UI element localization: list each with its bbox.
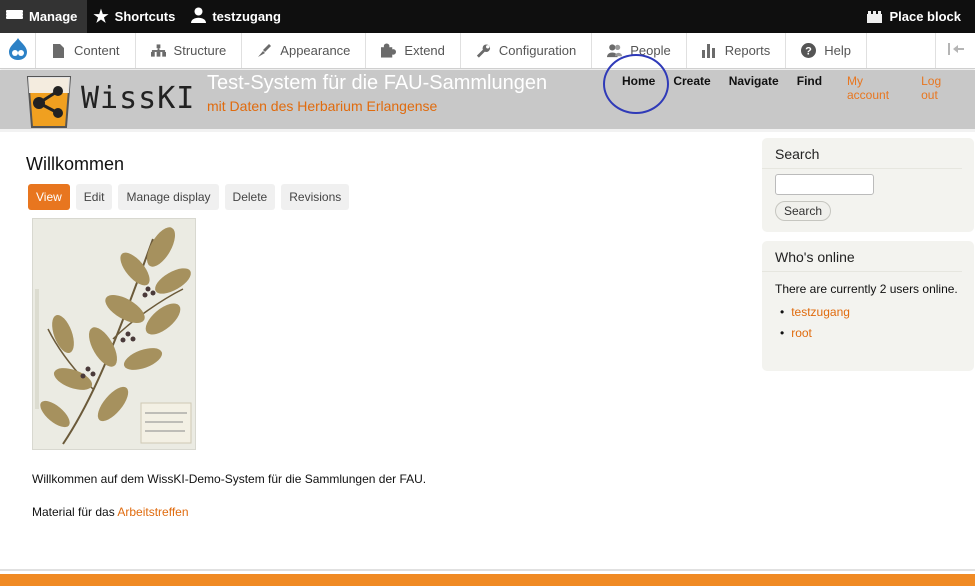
place-block-label: Place block bbox=[889, 9, 961, 24]
online-users-list: testzugang root bbox=[762, 298, 974, 344]
welcome-paragraph: Willkommen auf dem WissKI-Demo-System fü… bbox=[32, 472, 427, 486]
site-logo[interactable]: WissKI bbox=[24, 73, 194, 129]
whos-online-block: Who's online There are currently 2 users… bbox=[762, 241, 974, 371]
brush-icon bbox=[257, 43, 272, 58]
star-icon: ★ bbox=[93, 6, 109, 26]
tray-item-label: Appearance bbox=[280, 43, 351, 58]
user-label: testzugang bbox=[212, 9, 281, 24]
place-block-button[interactable]: Place block bbox=[861, 0, 975, 33]
main-menu-create[interactable]: Create bbox=[673, 74, 710, 88]
main-menu-navigate[interactable]: Navigate bbox=[729, 74, 779, 88]
tray-item-label: Reports bbox=[724, 43, 771, 58]
tray-item-label: Content bbox=[74, 43, 120, 58]
search-button[interactable]: Search bbox=[775, 201, 832, 221]
tray-item-label: Configuration bbox=[498, 43, 577, 58]
annotation-circle bbox=[603, 54, 669, 114]
tab-edit[interactable]: Edit bbox=[75, 184, 113, 210]
site-name[interactable]: Test-System für die FAU-Sammlungen bbox=[207, 72, 547, 95]
drupal-home-button[interactable] bbox=[0, 33, 36, 68]
page-icon bbox=[51, 43, 66, 58]
tray-item-configuration[interactable]: Configuration bbox=[461, 33, 593, 68]
plant-illustration bbox=[33, 219, 195, 449]
puzzle-icon bbox=[381, 43, 397, 58]
footer-divider bbox=[0, 569, 975, 571]
tray-item-appearance[interactable]: Appearance bbox=[242, 33, 367, 68]
manage-button[interactable]: Manage bbox=[0, 0, 88, 33]
search-input[interactable] bbox=[775, 174, 874, 195]
block-icon bbox=[867, 10, 883, 23]
user-button[interactable]: testzugang bbox=[185, 0, 291, 33]
site-footer bbox=[0, 574, 975, 586]
arbeitstreffen-link[interactable]: Arbeitstreffen bbox=[117, 505, 188, 519]
material-prefix: Material für das bbox=[32, 505, 118, 519]
manage-label: Manage bbox=[29, 9, 78, 24]
wrench-icon bbox=[476, 43, 491, 58]
admin-toolbar: Manage ★ Shortcuts testzugang Place bloc… bbox=[0, 0, 975, 33]
wisski-logo-icon bbox=[26, 76, 72, 128]
main-menu-find[interactable]: Find bbox=[797, 74, 822, 88]
collapse-arrow-icon bbox=[947, 43, 964, 58]
bar-chart-icon bbox=[702, 43, 717, 58]
sitemap-icon bbox=[150, 43, 166, 58]
tray-item-label: Structure bbox=[173, 43, 227, 58]
tab-manage-display[interactable]: Manage display bbox=[118, 184, 219, 210]
svg-text:?: ? bbox=[805, 46, 812, 58]
logo-text: WissKI bbox=[81, 81, 196, 116]
tab-delete[interactable]: Delete bbox=[224, 184, 276, 210]
tray-item-help[interactable]: ? Help bbox=[786, 33, 867, 68]
tray-item-label: Extend bbox=[404, 43, 445, 58]
tab-revisions[interactable]: Revisions bbox=[281, 184, 350, 210]
tray-item-extend[interactable]: Extend bbox=[366, 33, 461, 68]
search-block-title: Search bbox=[762, 138, 962, 169]
herbarium-specimen-image[interactable] bbox=[32, 218, 196, 450]
shortcuts-label: Shortcuts bbox=[114, 9, 176, 24]
tray-item-reports[interactable]: Reports bbox=[687, 33, 787, 68]
local-tasks-tabs: View Edit Manage display Delete Revision… bbox=[28, 184, 355, 210]
user-menu-log-out[interactable]: Log out bbox=[921, 74, 959, 102]
shortcuts-button[interactable]: ★ Shortcuts bbox=[87, 0, 185, 33]
tray-item-content[interactable]: Content bbox=[36, 33, 136, 68]
search-block: Search Search bbox=[762, 138, 974, 232]
site-slogan: mit Daten des Herbarium Erlangense bbox=[207, 98, 438, 114]
whos-online-title: Who's online bbox=[762, 241, 962, 272]
user-icon bbox=[191, 7, 207, 26]
menu-icon bbox=[6, 9, 23, 24]
online-user-link[interactable]: root bbox=[780, 323, 961, 344]
tab-view[interactable]: View bbox=[28, 184, 70, 210]
tray-orientation-toggle[interactable] bbox=[935, 33, 975, 68]
user-menu-my-account[interactable]: My account bbox=[847, 74, 905, 102]
online-user-link[interactable]: testzugang bbox=[780, 302, 961, 323]
tray-item-structure[interactable]: Structure bbox=[136, 33, 243, 68]
admin-tray: Content Structure Appearance Extend Conf… bbox=[0, 33, 975, 69]
tray-item-label: Help bbox=[824, 43, 851, 58]
whos-online-text: There are currently 2 users online. bbox=[775, 282, 958, 296]
help-icon: ? bbox=[801, 43, 817, 58]
drupal-drop-icon bbox=[7, 37, 29, 64]
page-title: Willkommen bbox=[26, 154, 125, 174]
people-icon bbox=[607, 43, 623, 58]
material-paragraph: Material für das Arbeitstreffen bbox=[32, 505, 189, 519]
user-menu: My account Log out bbox=[847, 74, 975, 102]
site-header: WissKI Test-System für die FAU-Sammlunge… bbox=[0, 70, 975, 132]
